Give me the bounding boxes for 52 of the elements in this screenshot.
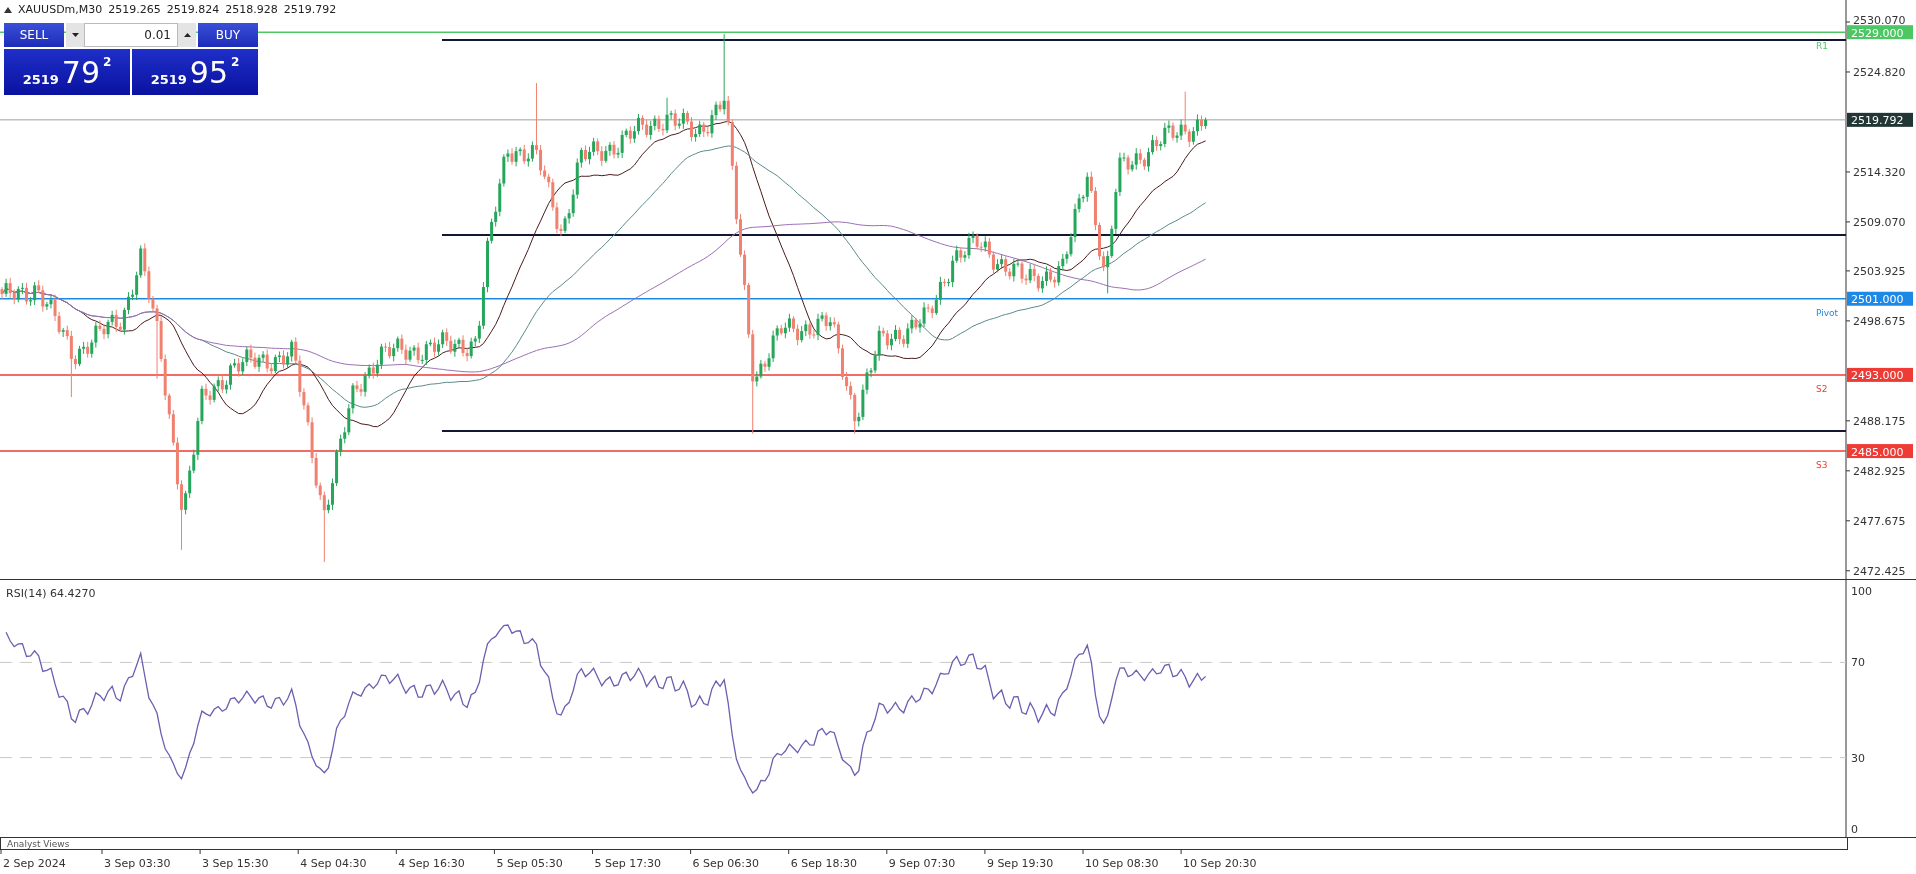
time-tick-label: 9 Sep 19:30 <box>986 857 1054 870</box>
price-tick-label: 2482.925 <box>1853 464 1906 478</box>
time-tick-label: 2 Sep 2024 <box>3 857 66 870</box>
price-tick-label: 2498.675 <box>1853 314 1906 328</box>
level-price-text: 2493.000 <box>1851 369 1904 383</box>
level-tag: S3 <box>1816 460 1828 471</box>
price-pips: 79 <box>61 54 100 90</box>
rsi-tick-label: 0 <box>1851 823 1858 836</box>
ohlc-value: 2519.792 <box>283 3 337 16</box>
time-tick-label: 5 Sep 05:30 <box>496 857 563 870</box>
price-point: 2 <box>103 55 112 69</box>
price-tick-label: 2472.425 <box>1853 564 1906 578</box>
time-tick-label: 6 Sep 06:30 <box>692 857 760 870</box>
time-tick-label: 4 Sep 04:30 <box>300 857 367 870</box>
current-price-label: 2519.792 <box>1847 112 1913 128</box>
level-price-text: 2529.000 <box>1851 26 1904 40</box>
time-tick-label: 10 Sep 20:30 <box>1183 857 1257 870</box>
rsi-tick-label: 100 <box>1851 585 1872 598</box>
ohlc-value: 2519.265 <box>108 3 161 16</box>
time-tick-label: 5 Sep 17:30 <box>594 857 661 870</box>
price-pips: 95 <box>189 54 228 90</box>
rsi-tick-label: 70 <box>1851 656 1865 670</box>
ohlc-value: 2518.928 <box>225 3 278 16</box>
time-tick-label: 4 Sep 16:30 <box>398 857 465 870</box>
price-tick-label: 2509.070 <box>1853 215 1906 229</box>
time-tick-label: 9 Sep 07:30 <box>888 857 956 870</box>
price-tick-label: 2503.925 <box>1853 264 1906 278</box>
price-prefix: 2519 <box>150 72 187 87</box>
price-tick-label: 2477.675 <box>1853 514 1906 528</box>
price-prefix: 2519 <box>22 72 59 87</box>
price-tick-label: 2524.820 <box>1853 66 1906 79</box>
time-tick-label: 6 Sep 18:30 <box>790 857 858 870</box>
sell-button[interactable]: SELL <box>4 23 64 47</box>
level-tag: S2 <box>1816 383 1828 394</box>
buy-button[interactable]: BUY <box>198 23 258 47</box>
level-price-text: 2485.000 <box>1851 445 1904 459</box>
price-tick-label: 2530.070 <box>1853 14 1906 27</box>
level-price-text: 2501.000 <box>1851 293 1904 307</box>
ohlc-value: 2519.824 <box>166 3 220 16</box>
time-tick-label: 10 Sep 08:30 <box>1085 857 1159 870</box>
time-tick-label: 3 Sep 15:30 <box>202 857 269 870</box>
level-tag: Pivot <box>1816 307 1839 318</box>
time-tick-label: 3 Sep 03:30 <box>104 857 171 870</box>
price-point: 2 <box>231 55 240 69</box>
volume-field[interactable]: 0.01 <box>84 23 178 47</box>
price-tick-label: 2514.320 <box>1853 165 1906 179</box>
rsi-tick-label: 30 <box>1851 751 1865 765</box>
symbol-label: XAUUSDm,M30 <box>18 3 103 16</box>
analyst-views-title[interactable]: Analyst Views <box>7 838 70 849</box>
price-tick-label: 2488.175 <box>1853 414 1906 428</box>
rsi-indicator-label: RSI(14) 64.4270 <box>6 587 96 600</box>
level-tag: R1 <box>1816 41 1828 52</box>
